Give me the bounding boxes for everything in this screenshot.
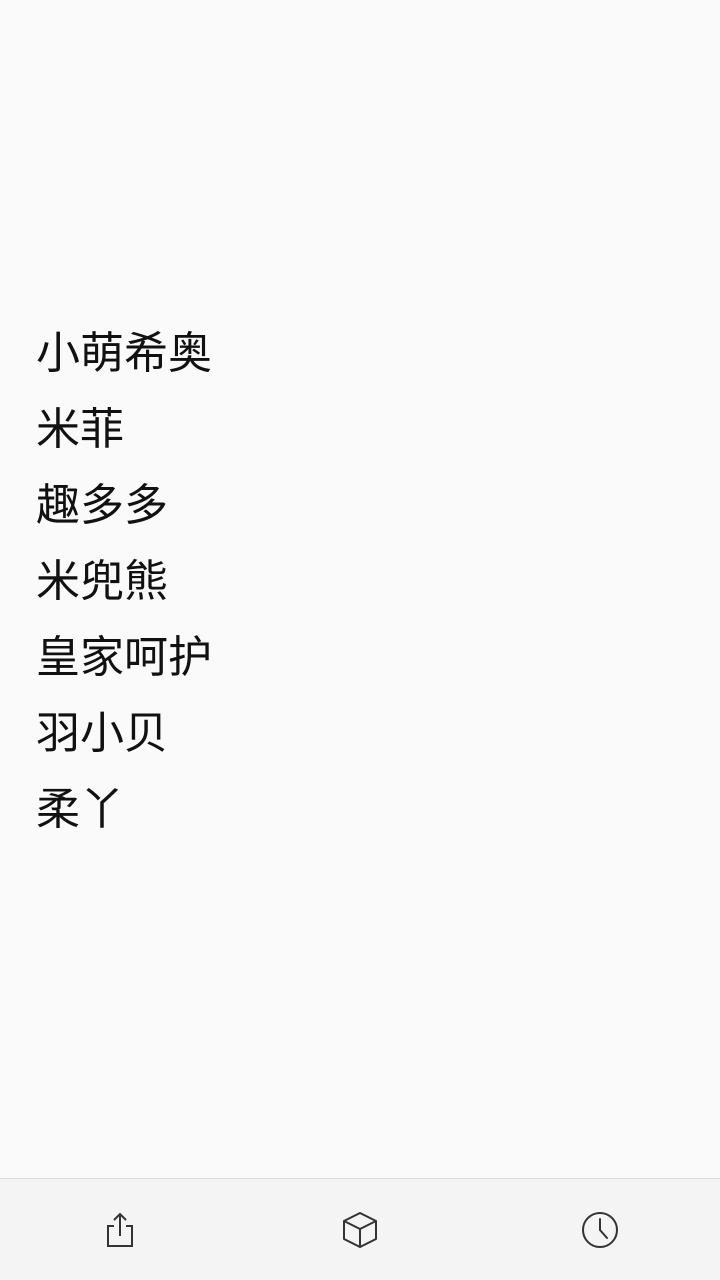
list-item[interactable]: 米兜熊 <box>36 544 212 620</box>
app-screen: 小萌希奥 米菲 趣多多 米兜熊 皇家呵护 羽小贝 柔丫 <box>0 0 720 1280</box>
list-item[interactable]: 米菲 <box>36 392 212 468</box>
list-item[interactable]: 趣多多 <box>36 468 212 544</box>
main-content: 小萌希奥 米菲 趣多多 米兜熊 皇家呵护 羽小贝 柔丫 <box>0 0 720 1178</box>
history-button[interactable] <box>540 1180 660 1280</box>
share-icon <box>107 1212 133 1247</box>
share-button[interactable] <box>60 1180 180 1280</box>
list-item[interactable]: 皇家呵护 <box>36 620 212 696</box>
clock-icon <box>582 1211 618 1248</box>
bottom-toolbar <box>0 1178 720 1280</box>
cube-button[interactable] <box>300 1180 420 1280</box>
cube-icon <box>343 1211 377 1248</box>
list-item[interactable]: 羽小贝 <box>36 696 212 772</box>
brand-list: 小萌希奥 米菲 趣多多 米兜熊 皇家呵护 羽小贝 柔丫 <box>36 316 212 848</box>
list-item[interactable]: 小萌希奥 <box>36 316 212 392</box>
list-item[interactable]: 柔丫 <box>36 772 212 848</box>
